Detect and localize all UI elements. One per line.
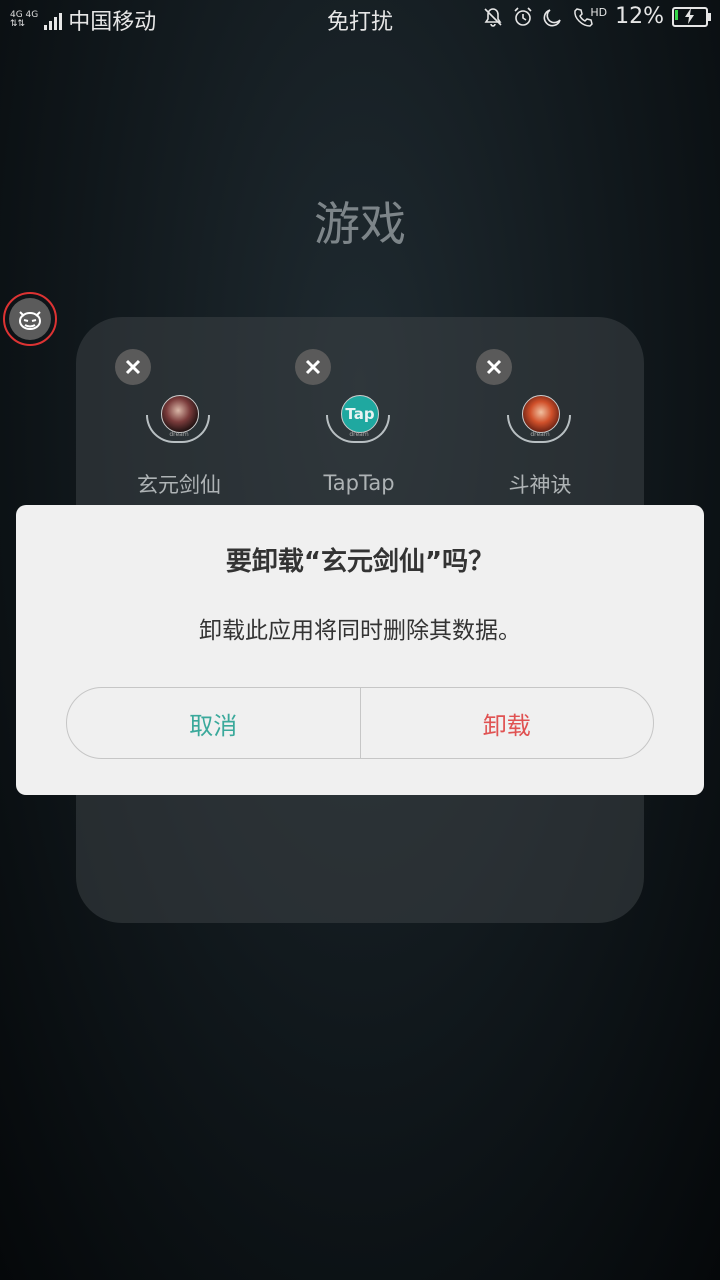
close-icon xyxy=(125,359,141,375)
doushenjue-app-icon: dream xyxy=(505,395,575,451)
close-icon xyxy=(305,359,321,375)
dream-badge: dream xyxy=(530,431,550,438)
close-icon xyxy=(486,359,502,375)
dream-badge: dream xyxy=(169,431,189,438)
dialog-button-group: 取消 卸载 xyxy=(66,687,654,759)
status-right: HD 12% xyxy=(482,4,711,29)
xuanyuan-jianxian-app-icon: dream xyxy=(144,395,214,451)
alarm-icon xyxy=(514,6,532,26)
battery-icon xyxy=(672,6,711,27)
devil-face-icon xyxy=(9,298,51,340)
battery-level-fill xyxy=(675,9,678,20)
app-label: 斗神诀 xyxy=(508,473,572,497)
app-xuanyuan-jianxian[interactable]: dream 玄元剑仙 xyxy=(104,395,254,499)
floating-assistant-ball[interactable] xyxy=(3,292,57,346)
app-label: TapTap xyxy=(323,471,395,495)
app-taptap[interactable]: Tap dream TapTap xyxy=(284,395,434,495)
status-bar: 4G 4G ⇅⇅ 中国移动 免打扰 HD 12% xyxy=(0,0,720,36)
folder-title[interactable]: 游戏 xyxy=(0,188,720,254)
app-doushenjue[interactable]: dream 斗神诀 xyxy=(465,395,615,499)
battery-percent: 12% xyxy=(615,4,664,29)
charging-bolt-icon xyxy=(685,7,694,24)
moon-icon xyxy=(543,8,562,26)
dream-badge: dream xyxy=(349,431,369,438)
taptap-app-icon: Tap dream xyxy=(324,395,394,451)
remove-app-button-3[interactable] xyxy=(476,349,512,385)
app-label: 玄元剑仙 xyxy=(137,473,221,497)
cancel-button[interactable]: 取消 xyxy=(67,688,360,758)
hd-label: HD xyxy=(590,5,608,19)
uninstall-dialog: 要卸载“玄元剑仙”吗？ 卸载此应用将同时删除其数据。 取消 卸载 xyxy=(16,505,704,795)
uninstall-button[interactable]: 卸载 xyxy=(361,688,654,758)
dialog-title: 要卸载“玄元剑仙”吗？ xyxy=(225,547,495,577)
remove-app-button-1[interactable] xyxy=(115,349,151,385)
bell-muted-icon xyxy=(484,7,502,27)
dialog-message: 卸载此应用将同时删除其数据。 xyxy=(199,618,521,644)
remove-app-button-2[interactable] xyxy=(295,349,331,385)
